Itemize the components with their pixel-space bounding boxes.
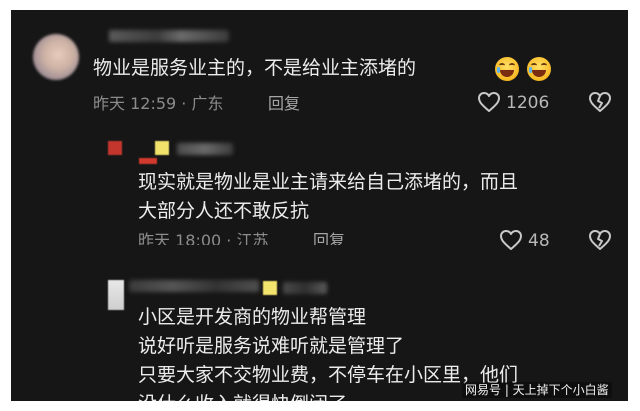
- username-blurred[interactable]: [109, 30, 229, 42]
- watermark: 网易号 | 天上掉下个小白酱: [462, 382, 612, 398]
- reply-text-line: 没什么收入就得快倒闭了: [138, 392, 347, 401]
- heart-outline-icon: [500, 230, 522, 250]
- username-blurred[interactable]: [129, 280, 259, 292]
- like-button[interactable]: [477, 91, 501, 113]
- reply-text-line: 现实就是物业是业主请来给自己添堵的，而且: [138, 171, 519, 193]
- comment-panel: 物业是服务业主的，不是给业主添堵的 昨天 12:59 · 广东 回复 1206 …: [11, 10, 628, 401]
- avatar[interactable]: [33, 34, 79, 80]
- dislike-button[interactable]: [588, 91, 612, 113]
- dislike-button[interactable]: [588, 229, 612, 251]
- reply-text-line: 大部分人还不敢反抗: [138, 200, 310, 222]
- username-blurred[interactable]: [263, 281, 277, 295]
- reply-button[interactable]: 回复: [268, 94, 300, 114]
- username-blurred[interactable]: [139, 158, 157, 164]
- username-blurred[interactable]: [177, 143, 233, 155]
- comment-time-location: 昨天 12:59 · 广东: [93, 94, 224, 113]
- username-blurred[interactable]: [155, 141, 169, 155]
- username-blurred[interactable]: [283, 282, 327, 294]
- reply-time-location: 昨天 18:00 · 江苏: [138, 231, 269, 245]
- like-count: 1206: [506, 93, 550, 113]
- grinning-sweat-emoji-icon: [495, 57, 519, 81]
- reply-text-line: 说好听是服务说难听就是管理了: [138, 335, 405, 357]
- reply-avatar-blurred[interactable]: [108, 141, 122, 155]
- reply-text-line: 只要大家不交物业费，不停车在小区里，他们: [138, 364, 519, 386]
- grinning-sweat-emoji-icon: [527, 57, 551, 81]
- reply-button[interactable]: 回复: [313, 231, 345, 245]
- broken-heart-icon: [589, 230, 611, 250]
- reply-avatar-blurred[interactable]: [108, 280, 124, 310]
- heart-outline-icon: [478, 92, 500, 112]
- reply-text-line: 小区是开发商的物业帮管理: [138, 306, 367, 328]
- like-count: 48: [528, 231, 550, 251]
- like-button[interactable]: [499, 229, 523, 251]
- broken-heart-icon: [589, 92, 611, 112]
- comment-text: 物业是服务业主的，不是给业主添堵的: [93, 57, 417, 79]
